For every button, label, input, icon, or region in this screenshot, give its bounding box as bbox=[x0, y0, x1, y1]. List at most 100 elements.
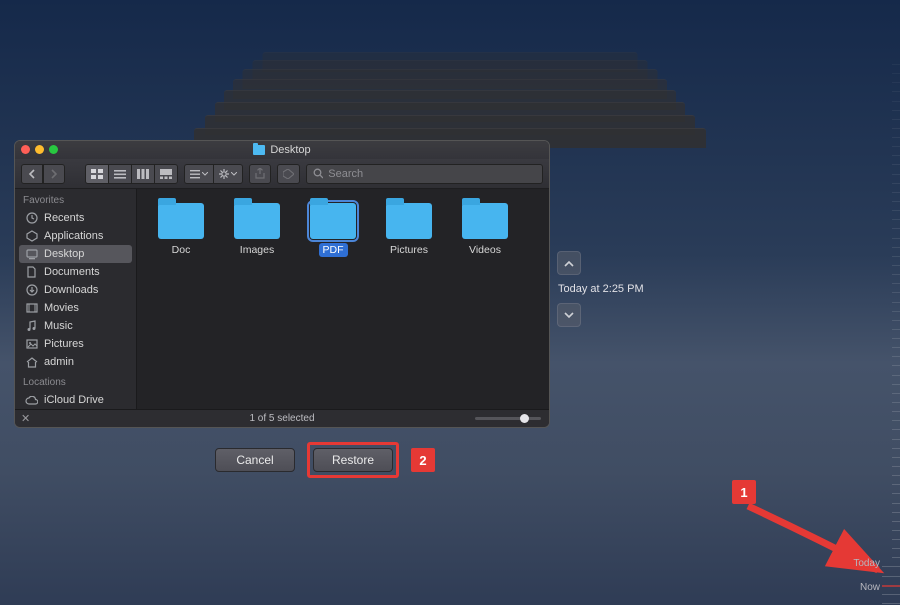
sidebar-item-documents[interactable]: Documents bbox=[15, 263, 136, 281]
titlebar: Desktop bbox=[15, 141, 549, 159]
columns-icon bbox=[137, 169, 149, 179]
tags-button[interactable] bbox=[277, 164, 300, 184]
folder-pdf[interactable]: PDF bbox=[297, 203, 369, 257]
folder-images[interactable]: Images bbox=[221, 203, 293, 257]
sidebar-item-music[interactable]: Music bbox=[15, 317, 136, 335]
folder-videos[interactable]: Videos bbox=[449, 203, 521, 257]
folder-doc[interactable]: Doc bbox=[145, 203, 217, 257]
finder-window: Desktop bbox=[14, 140, 550, 428]
search-icon bbox=[313, 168, 323, 179]
share-button[interactable] bbox=[249, 164, 271, 184]
nav-back-button[interactable] bbox=[21, 164, 43, 184]
chevron-down-icon bbox=[231, 172, 237, 176]
sidebar-item-applications[interactable]: Applications bbox=[15, 227, 136, 245]
timeline-timestamp: Today at 2:25 PM bbox=[558, 283, 644, 295]
annotation-step-1: 1 bbox=[732, 480, 756, 504]
minimize-window-icon[interactable] bbox=[35, 145, 44, 154]
annotation-arrow bbox=[730, 490, 900, 590]
sidebar-item-movies[interactable]: Movies bbox=[15, 299, 136, 317]
close-window-icon[interactable] bbox=[21, 145, 30, 154]
cancel-button[interactable]: Cancel bbox=[215, 448, 295, 472]
annotation-step-2: 2 bbox=[411, 448, 435, 472]
sidebar-item-label: Documents bbox=[44, 266, 100, 278]
timeline-nav: Today at 2:25 PM bbox=[557, 251, 644, 327]
sidebar-section-favorites: Favorites bbox=[15, 189, 136, 209]
sidebar-section-locations: Locations bbox=[15, 371, 136, 391]
tag-icon bbox=[283, 169, 294, 179]
status-bar: ✕ 1 of 5 selected bbox=[15, 409, 549, 427]
sidebar-item-label: Downloads bbox=[44, 284, 98, 296]
status-text: 1 of 5 selected bbox=[249, 413, 314, 424]
view-column-button[interactable] bbox=[131, 164, 154, 184]
zoom-window-icon[interactable] bbox=[49, 145, 58, 154]
restore-button[interactable]: Restore bbox=[313, 448, 393, 472]
folder-label: PDF bbox=[319, 243, 348, 257]
arrange-button[interactable] bbox=[184, 164, 213, 184]
view-gallery-button[interactable] bbox=[154, 164, 178, 184]
sidebar-item-label: Pictures bbox=[44, 338, 84, 350]
sidebar-item-label: Desktop bbox=[44, 248, 84, 260]
sidebar-item-pictures[interactable]: Pictures bbox=[15, 335, 136, 353]
search-input[interactable] bbox=[328, 168, 536, 180]
share-icon bbox=[255, 168, 265, 179]
folder-label: Doc bbox=[168, 243, 195, 257]
folder-icon bbox=[462, 203, 508, 239]
grid-icon bbox=[91, 169, 103, 179]
clock-icon bbox=[25, 212, 38, 224]
folder-label: Images bbox=[236, 243, 278, 257]
sidebar: Favorites Recents Applications Desktop Docu… bbox=[15, 189, 137, 409]
download-icon bbox=[25, 284, 38, 296]
content-area[interactable]: Doc Images PDF Pictures Videos bbox=[137, 189, 549, 409]
chevron-up-icon bbox=[564, 260, 574, 267]
timeline-ruler[interactable]: Today Now bbox=[878, 62, 900, 605]
folder-pictures[interactable]: Pictures bbox=[373, 203, 445, 257]
sliders-icon bbox=[190, 169, 200, 179]
cloud-icon bbox=[25, 394, 38, 406]
picture-icon bbox=[25, 338, 38, 350]
folder-label: Pictures bbox=[386, 243, 432, 257]
folder-icon bbox=[234, 203, 280, 239]
ruler-label-today: Today bbox=[853, 558, 880, 569]
folder-icon bbox=[158, 203, 204, 239]
toolbar bbox=[15, 159, 549, 189]
sidebar-item-label: Movies bbox=[44, 302, 79, 314]
icon-size-slider[interactable] bbox=[475, 417, 541, 420]
search-field[interactable] bbox=[306, 164, 543, 184]
chevron-down-icon bbox=[202, 172, 208, 176]
sidebar-item-admin[interactable]: admin bbox=[15, 353, 136, 371]
sidebar-item-recents[interactable]: Recents bbox=[15, 209, 136, 227]
desktop-icon bbox=[25, 248, 38, 260]
music-icon bbox=[25, 320, 38, 332]
gear-icon bbox=[219, 169, 229, 179]
sidebar-item-downloads[interactable]: Downloads bbox=[15, 281, 136, 299]
window-controls bbox=[21, 145, 58, 154]
chevron-right-icon bbox=[50, 169, 58, 179]
sidebar-item-desktop[interactable]: Desktop bbox=[19, 245, 132, 263]
folder-icon bbox=[386, 203, 432, 239]
nav-forward-button[interactable] bbox=[43, 164, 65, 184]
folder-label: Videos bbox=[465, 243, 505, 257]
ruler-label-now: Now bbox=[860, 582, 880, 593]
gallery-icon bbox=[160, 169, 172, 179]
chevron-down-icon bbox=[564, 312, 574, 319]
view-mode-segment bbox=[85, 164, 178, 184]
sidebar-item-label: Applications bbox=[44, 230, 103, 242]
action-menu-button[interactable] bbox=[213, 164, 243, 184]
timeline-prev-button[interactable] bbox=[557, 251, 581, 275]
app-icon bbox=[25, 230, 38, 242]
view-list-button[interactable] bbox=[108, 164, 131, 184]
window-title: Desktop bbox=[270, 144, 310, 156]
sidebar-item-label: Music bbox=[44, 320, 73, 332]
sidebar-item-label: iCloud Drive bbox=[44, 394, 104, 406]
annotation-restore-highlight: Restore bbox=[307, 442, 399, 478]
view-icon-button[interactable] bbox=[85, 164, 108, 184]
chevron-left-icon bbox=[28, 169, 36, 179]
doc-icon bbox=[25, 266, 38, 278]
home-icon bbox=[25, 356, 38, 368]
sidebar-item-icloud-drive[interactable]: iCloud Drive bbox=[15, 391, 136, 409]
timeline-next-button[interactable] bbox=[557, 303, 581, 327]
list-icon bbox=[114, 169, 126, 179]
movie-icon bbox=[25, 302, 38, 314]
close-icon[interactable]: ✕ bbox=[21, 412, 30, 425]
sidebar-item-label: Recents bbox=[44, 212, 84, 224]
